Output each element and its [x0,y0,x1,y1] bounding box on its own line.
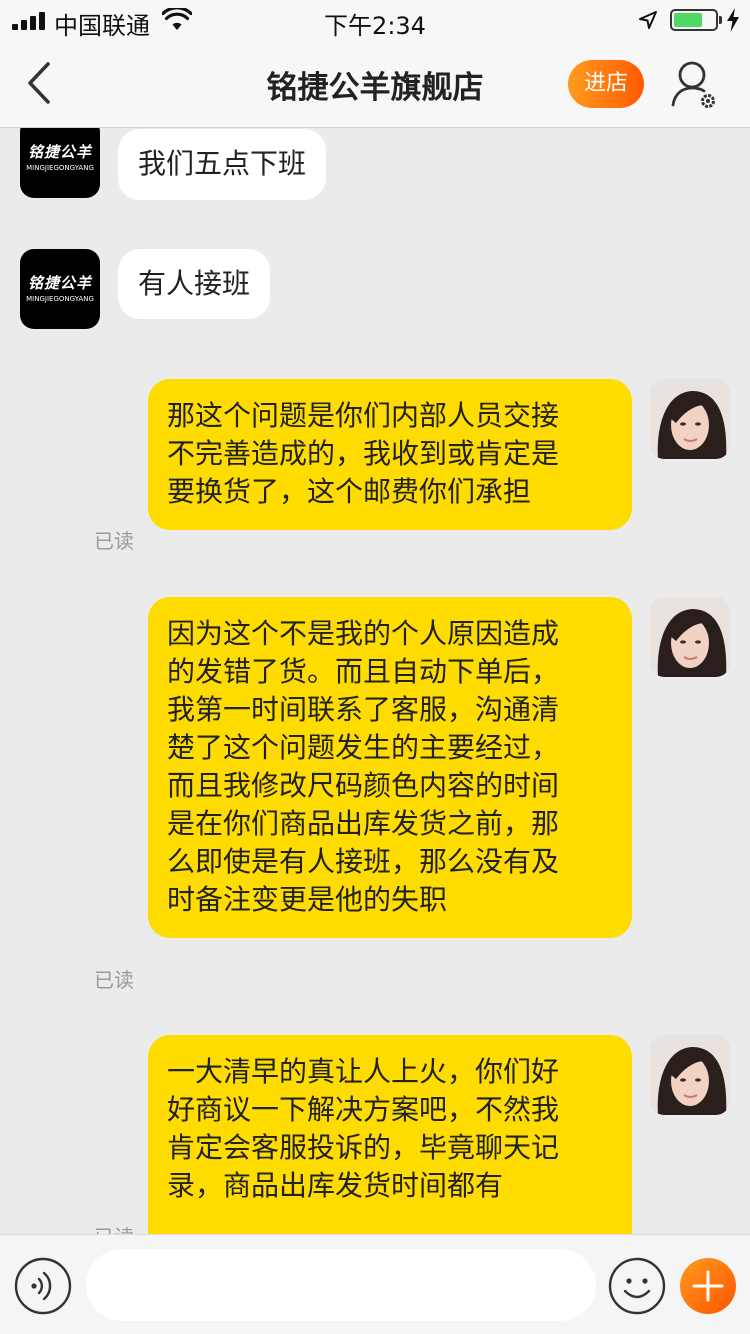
read-receipt: 已读 [94,1221,134,1234]
message-line: 一大清早的真让人上火，你们好 [167,1055,560,1088]
charging-bolt-icon [727,8,739,32]
incoming-message-bubble[interactable]: 有人接班 [118,249,271,319]
outgoing-message-bubble[interactable]: 一大清早的真让人上火，你们好 好商议一下解决方案吧，不然我 肯定会客服投诉的，毕… [148,1035,632,1234]
read-receipt: 已读 [94,529,134,553]
message-line: 要换货了，这个邮费你们承担 [167,475,532,508]
user-avatar-photo [650,597,730,677]
shop-avatar[interactable]: 铭捷公羊 MINGJIEGONGYANG [20,249,100,329]
message-line: 不完善造成的，我收到或肯定是 [167,437,560,470]
shop-avatar[interactable]: 铭捷公羊 MINGJIEGONGYANG [20,128,100,198]
message-line: 时备注变更是他的失职 [167,883,448,916]
message-line: 的发错了货。而且自动下单后， [167,655,560,688]
message-line: 而且我修改尺码颜色内容的时间 [167,769,560,802]
location-arrow-icon [639,11,657,29]
plus-button[interactable] [680,1258,736,1314]
message-input[interactable] [86,1249,596,1321]
user-avatar[interactable] [650,597,730,677]
message-line: 我第一时间联系了客服，沟通清 [167,693,560,726]
user-avatar-photo [650,379,730,459]
message-line: 是在你们商品出库发货之前，那 [167,807,560,840]
user-avatar-photo [650,1035,730,1115]
message-line: 好商议一下解决方案吧，不然我 [167,1093,560,1126]
message-line: 楚了这个问题发生的主要经过， [167,731,560,764]
input-bar [0,1234,750,1334]
voice-icon[interactable] [14,1257,72,1315]
outgoing-message-bubble[interactable]: 那这个问题是你们内部人员交接 不完善造成的，我收到或肯定是 要换货了，这个邮费你… [148,379,632,530]
message-list[interactable]: 铭捷公羊 MINGJIEGONGYANG 我们五点下班 铭捷公羊 MINGJIE… [0,128,750,1234]
outgoing-message-bubble[interactable]: 因为这个不是我的个人原因造成 的发错了货。而且自动下单后， 我第一时间联系了客服… [148,597,632,938]
user-avatar[interactable] [650,1035,730,1115]
message-line: 肯定会客服投诉的，毕竟聊天记 [167,1131,560,1164]
nav-bar: 铭捷公羊旗舰店 进店 [0,40,750,128]
message-line: 那这个问题是你们内部人员交接 [167,399,560,432]
user-avatar[interactable] [650,379,730,459]
plus-icon [692,1270,724,1302]
read-receipt: 已读 [94,968,134,992]
message-text: 我们五点下班 [138,147,307,180]
message-line: 因为这个不是我的个人原因造成 [167,617,560,650]
status-bar: 中国联通 下午2:34 [0,0,750,40]
message-line: 录，商品出库发货时间都有 [167,1169,504,1202]
user-settings-icon[interactable] [670,58,720,112]
incoming-message-bubble[interactable]: 我们五点下班 [118,129,327,200]
enter-store-button[interactable]: 进店 [568,60,644,108]
message-text: 有人接班 [138,267,251,300]
emoji-icon[interactable] [608,1257,666,1315]
battery-icon [670,9,722,31]
message-line: 么即使是有人接班，那么没有及 [167,845,560,878]
